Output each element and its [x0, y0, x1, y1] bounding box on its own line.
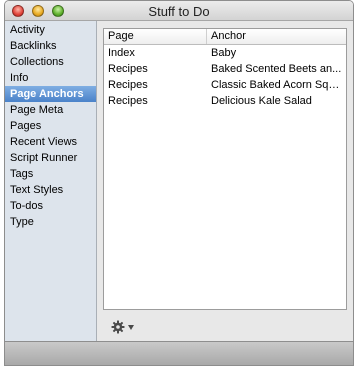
page-anchors-table: Page Anchor Index Baby Recipes Baked Scente… [103, 28, 347, 310]
cell-page: Recipes [108, 79, 148, 91]
sidebar: Activity Backlinks Collections Info Page Anc… [5, 21, 97, 343]
cell-anchor: Baked Scented Beets an... [211, 63, 342, 75]
sidebar-item-text-styles[interactable]: Text Styles [5, 182, 96, 198]
cell-page: Recipes [108, 95, 148, 107]
sidebar-list: Activity Backlinks Collections Info Page Anc… [5, 21, 96, 230]
table-row[interactable]: Recipes Delicious Kale Salad [104, 93, 346, 109]
sidebar-item-pages[interactable]: Pages [5, 118, 96, 134]
sidebar-item-tags[interactable]: Tags [5, 166, 96, 182]
column-header-page[interactable]: Page [104, 29, 207, 44]
title-bar[interactable]: Stuff to Do [5, 1, 353, 21]
cell-anchor: Baby [211, 47, 237, 59]
table-row[interactable]: Recipes Classic Baked Acorn Squ... [104, 77, 346, 93]
window-title: Stuff to Do [148, 4, 210, 19]
chevron-down-icon [128, 324, 134, 330]
table-header: Page Anchor [104, 29, 346, 45]
bottom-bar [5, 341, 353, 365]
sidebar-item-type[interactable]: Type [5, 214, 96, 230]
sidebar-item-page-anchors[interactable]: Page Anchors [5, 86, 96, 102]
cell-anchor: Classic Baked Acorn Squ... [211, 79, 344, 91]
sidebar-item-activity[interactable]: Activity [5, 22, 96, 38]
cell-page: Recipes [108, 63, 148, 75]
cell-anchor: Delicious Kale Salad [211, 95, 312, 107]
sidebar-item-to-dos[interactable]: To-dos [5, 198, 96, 214]
sidebar-item-page-meta[interactable]: Page Meta [5, 102, 96, 118]
gear-icon [111, 320, 125, 334]
sidebar-item-backlinks[interactable]: Backlinks [5, 38, 96, 54]
action-menu-button[interactable] [111, 319, 141, 335]
table-row[interactable]: Index Baby [104, 45, 346, 61]
sidebar-item-recent-views[interactable]: Recent Views [5, 134, 96, 150]
sidebar-item-collections[interactable]: Collections [5, 54, 96, 70]
column-header-anchor[interactable]: Anchor [207, 29, 346, 44]
cell-page: Index [108, 47, 135, 59]
table-body: Index Baby Recipes Baked Scented Beets an..… [104, 45, 346, 109]
table-row[interactable]: Recipes Baked Scented Beets an... [104, 61, 346, 77]
sidebar-item-info[interactable]: Info [5, 70, 96, 86]
app-window: Stuff to Do Activity Backlinks Collections… [4, 0, 354, 366]
sidebar-item-script-runner[interactable]: Script Runner [5, 150, 96, 166]
